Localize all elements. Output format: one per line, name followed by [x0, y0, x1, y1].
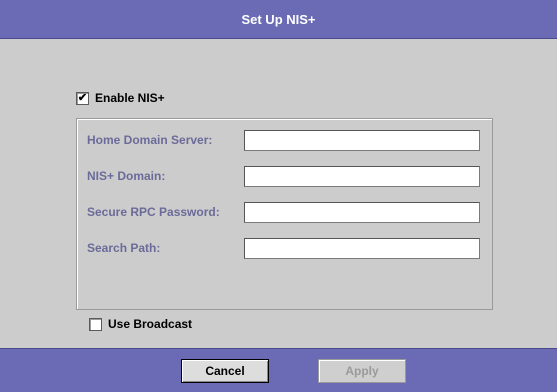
home-domain-server-label: Home Domain Server:: [87, 133, 213, 147]
nis-domain-input[interactable]: [244, 166, 480, 187]
use-broadcast-checkbox[interactable]: [89, 317, 102, 331]
secure-rpc-password-label: Secure RPC Password:: [87, 205, 220, 219]
home-domain-server-input[interactable]: [244, 130, 480, 151]
enable-nis-checkbox-row[interactable]: ✔ Enable NIS+: [76, 90, 165, 106]
search-path-label: Search Path:: [87, 241, 161, 255]
use-broadcast-checkbox-row[interactable]: Use Broadcast: [89, 316, 192, 332]
title-bar: Set Up NIS+: [0, 0, 557, 39]
nis-domain-label: NIS+ Domain:: [87, 169, 166, 183]
dialog-body: ✔ Enable NIS+ Home Domain Server: NIS+ D…: [0, 39, 557, 348]
search-path-input[interactable]: [244, 238, 480, 259]
nis-setup-dialog: Set Up NIS+ ✔ Enable NIS+ Home Domain Se…: [0, 0, 557, 392]
button-bar: Cancel Apply: [0, 348, 557, 392]
apply-button[interactable]: Apply: [318, 359, 406, 383]
nis-settings-group: Home Domain Server: NIS+ Domain: Secure …: [76, 118, 493, 331]
cancel-button[interactable]: Cancel: [181, 359, 269, 383]
use-broadcast-label[interactable]: Use Broadcast: [108, 317, 192, 331]
enable-nis-checkbox[interactable]: ✔: [76, 91, 89, 105]
enable-nis-label[interactable]: Enable NIS+: [95, 91, 165, 105]
dialog-title: Set Up NIS+: [241, 11, 316, 27]
secure-rpc-password-input[interactable]: [244, 202, 480, 223]
